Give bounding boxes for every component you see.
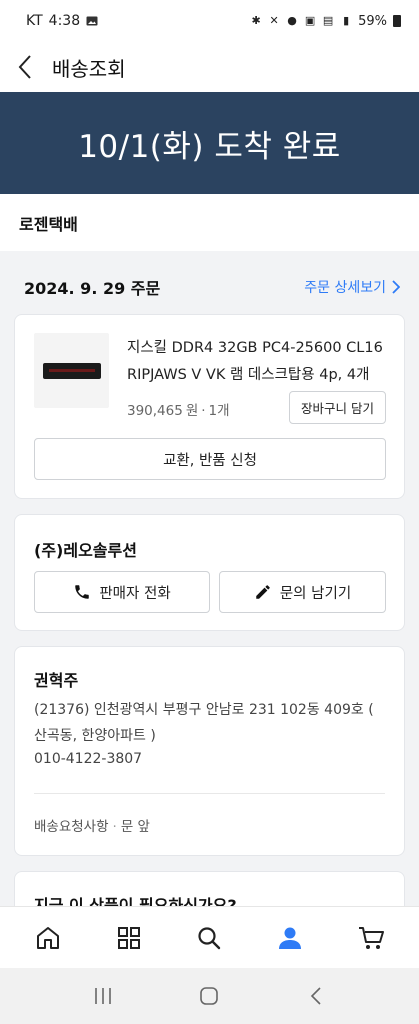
product-quantity: 1개 <box>208 403 230 419</box>
category-icon <box>117 926 140 949</box>
lte-icon: ▤ <box>322 14 334 27</box>
ram-image <box>42 362 101 379</box>
home-circle-icon <box>200 987 219 1005</box>
leave-inquiry-button[interactable]: 문의 남기기 <box>219 571 386 613</box>
pencil-icon <box>256 585 270 599</box>
status-bar: KT 4:38 ✱ ✕ ● ▣ ▤ ▮ 59% <box>0 0 419 42</box>
my-account-icon <box>279 927 302 949</box>
order-detail-label: 주문 상세보기 <box>304 280 386 296</box>
recipient-name: 권혁주 <box>34 671 79 690</box>
bottom-nav <box>0 906 419 968</box>
recipient-address: (21376) 인천광역시 부평구 안남로 231 102동 409호 ( 산곡… <box>34 702 374 744</box>
product-thumbnail[interactable] <box>34 333 109 408</box>
nav-category[interactable] <box>104 913 154 963</box>
divider <box>34 793 385 794</box>
order-detail-link[interactable]: 주문 상세보기 <box>304 277 400 297</box>
system-back-button[interactable] <box>296 976 336 1016</box>
gallery-notification-icon <box>86 15 98 27</box>
courier-section: 로젠택배 <box>0 194 419 251</box>
chevron-right-icon <box>392 280 400 294</box>
mute-icon: ✕ <box>269 14 279 27</box>
order-header: 2024. 9. 29 주문 주문 상세보기 <box>0 266 419 308</box>
search-icon <box>198 926 221 949</box>
nav-cart[interactable] <box>346 913 396 963</box>
carrier-label: KT <box>26 13 43 29</box>
signal-icon: ▮ <box>343 14 350 27</box>
recent-apps-button[interactable] <box>83 976 123 1016</box>
delivery-request: 배송요청사항 · 문 앞 <box>34 815 150 835</box>
phone-icon <box>75 585 90 599</box>
bluetooth-icon: ✱ <box>251 14 261 27</box>
home-button[interactable] <box>189 976 229 1016</box>
system-back-icon <box>310 987 321 1005</box>
product-name[interactable]: 지스킬 DDR4 32GB PC4-25600 CL16 RIPJAWS V V… <box>127 335 392 389</box>
leave-inquiry-label: 문의 남기기 <box>279 585 352 602</box>
system-nav-bar <box>0 968 419 1024</box>
nav-search[interactable] <box>184 913 234 963</box>
page-title: 배송조회 <box>52 56 126 81</box>
clock: 4:38 <box>48 13 81 29</box>
app-bar: 배송조회 <box>0 42 419 92</box>
delivery-status-banner: 10/1(화) 도착 완료 <box>0 92 419 194</box>
call-seller-label: 판매자 전화 <box>99 585 171 602</box>
recent-apps-icon <box>95 988 111 1004</box>
recipient-card: 권혁주 (21376) 인천광역시 부평구 안남로 231 102동 409호 … <box>14 646 405 856</box>
seller-name: (주)레오솔루션 <box>34 541 137 560</box>
home-icon <box>37 926 60 949</box>
nav-my-account[interactable] <box>265 913 315 963</box>
back-arrow-icon <box>18 55 31 79</box>
cart-icon <box>358 926 384 949</box>
product-card: 지스킬 DDR4 32GB PC4-25600 CL16 RIPJAWS V V… <box>14 314 405 499</box>
nav-home[interactable] <box>23 913 73 963</box>
call-seller-button[interactable]: 판매자 전화 <box>34 571 210 613</box>
seller-card: (주)레오솔루션 판매자 전화 문의 남기기 <box>14 514 405 631</box>
product-price-line: 390,465 원 · 1개 <box>127 399 230 419</box>
delivery-request-value: 문 앞 <box>120 819 150 835</box>
price-unit: 원 <box>185 403 199 419</box>
return-exchange-button[interactable]: 교환, 반품 신청 <box>34 438 386 480</box>
request-separator: · <box>112 819 117 835</box>
order-date: 2024. 9. 29 주문 <box>24 279 161 298</box>
product-price: 390,465 <box>127 403 183 419</box>
delivery-request-label: 배송요청사항 <box>34 819 109 835</box>
courier-name: 로젠택배 <box>19 214 78 234</box>
delivery-status-text: 10/1(화) 도착 완료 <box>78 128 341 165</box>
add-to-cart-button[interactable]: 장바구니 담기 <box>289 391 386 424</box>
battery-percent: 59% <box>358 13 387 29</box>
recipient-phone: 010-4122-3807 <box>34 751 143 767</box>
location-icon: ● <box>287 14 297 27</box>
price-separator: · <box>201 403 206 419</box>
back-button[interactable] <box>0 42 50 92</box>
hd-voice-icon: ▣ <box>304 14 316 27</box>
battery-icon <box>393 15 401 27</box>
